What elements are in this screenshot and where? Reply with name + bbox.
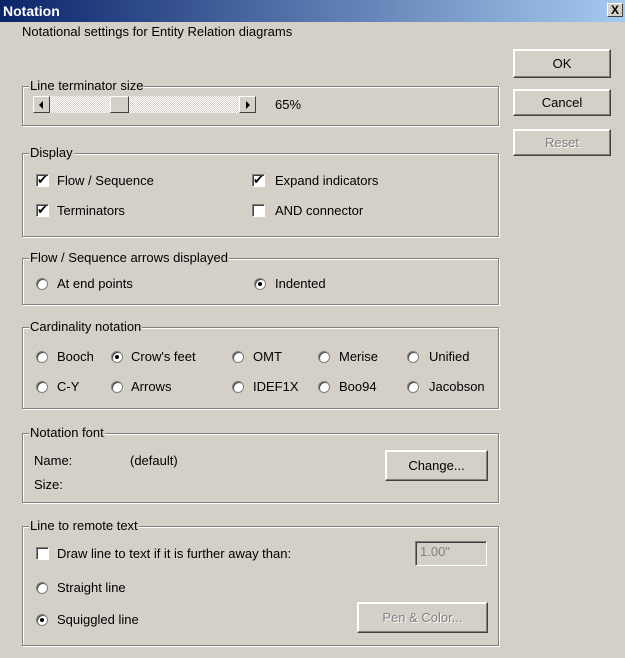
- terminators-checkbox[interactable]: [36, 202, 49, 218]
- arrow-left-icon: [39, 101, 43, 109]
- remote-text-legend: Line to remote text: [29, 518, 139, 533]
- reset-button-label: Reset: [545, 135, 579, 150]
- at-end-points-label: At end points: [57, 276, 133, 291]
- and-connector-checkbox[interactable]: [252, 204, 265, 217]
- ok-button[interactable]: OK: [513, 49, 611, 78]
- crows-feet-radio[interactable]: [111, 351, 123, 363]
- boo94-radio[interactable]: [318, 381, 330, 393]
- indented-label: Indented: [275, 276, 326, 291]
- draw-line-label: Draw line to text if it is further away …: [57, 546, 292, 561]
- arrows-radio[interactable]: [111, 381, 123, 393]
- font-size-label: Size:: [34, 477, 63, 492]
- c-y-radio[interactable]: [36, 381, 48, 393]
- terminators-label: Terminators: [57, 203, 125, 218]
- indented-radio[interactable]: [254, 278, 266, 290]
- unified-label: Unified: [429, 349, 470, 364]
- terminator-size-value: 65%: [275, 97, 302, 112]
- idef1x-radio[interactable]: [232, 381, 244, 393]
- cardinality-legend: Cardinality notation: [29, 319, 143, 334]
- cancel-button[interactable]: Cancel: [513, 89, 611, 116]
- merise-radio[interactable]: [318, 351, 330, 363]
- arrows-label: Arrows: [131, 379, 172, 394]
- squiggled-line-radio[interactable]: [36, 614, 48, 626]
- close-icon[interactable]: X: [607, 3, 623, 17]
- booch-label: Booch: [57, 349, 94, 364]
- scroll-right-button[interactable]: [239, 96, 256, 113]
- title-bar: Notation X: [0, 0, 625, 22]
- squiggled-line-label: Squiggled line: [57, 612, 139, 627]
- slider-thumb[interactable]: [109, 96, 129, 113]
- idef1x-label: IDEF1X: [253, 379, 299, 394]
- cardinality-group: Cardinality notation: [22, 319, 499, 409]
- display-group: Display: [22, 145, 499, 237]
- jacobson-label: Jacobson: [429, 379, 485, 394]
- expand-indicators-checkbox[interactable]: [252, 172, 265, 188]
- intro-text: Notational settings for Entity Relation …: [22, 24, 293, 39]
- unified-radio[interactable]: [407, 351, 419, 363]
- omt-label: OMT: [253, 349, 282, 364]
- arrow-right-icon: [246, 101, 250, 109]
- display-legend: Display: [29, 145, 74, 160]
- terminator-size-slider[interactable]: [33, 96, 256, 113]
- font-name-label: Name:: [34, 453, 73, 468]
- straight-line-label: Straight line: [57, 580, 126, 595]
- arrows-legend: Flow / Sequence arrows displayed: [29, 250, 229, 265]
- change-font-button[interactable]: Change...: [385, 450, 488, 481]
- c-y-label: C-Y: [57, 379, 80, 394]
- pen-color-button-label: Pen & Color...: [382, 610, 463, 625]
- flow-sequence-checkbox[interactable]: [36, 172, 49, 188]
- omt-radio[interactable]: [232, 351, 244, 363]
- cancel-button-label: Cancel: [541, 95, 583, 110]
- flow-sequence-label: Flow / Sequence: [57, 173, 154, 188]
- scroll-left-button[interactable]: [33, 96, 50, 113]
- change-font-button-label: Change...: [408, 458, 465, 473]
- ok-button-label: OK: [552, 56, 572, 71]
- boo94-label: Boo94: [339, 379, 377, 394]
- draw-line-checkbox[interactable]: [36, 547, 49, 560]
- merise-label: Merise: [339, 349, 379, 364]
- booch-radio[interactable]: [36, 351, 48, 363]
- straight-line-radio[interactable]: [36, 582, 48, 594]
- notation-font-legend: Notation font: [29, 425, 105, 440]
- window-title: Notation: [3, 3, 60, 19]
- font-name-value: (default): [130, 453, 178, 468]
- distance-input[interactable]: 1.00": [415, 541, 487, 566]
- expand-indicators-label: Expand indicators: [275, 173, 379, 188]
- reset-button[interactable]: Reset: [513, 129, 611, 156]
- crows-feet-label: Crow's feet: [131, 349, 196, 364]
- jacobson-radio[interactable]: [407, 381, 419, 393]
- and-connector-label: AND connector: [275, 203, 364, 218]
- line-terminator-legend: Line terminator size: [29, 78, 145, 93]
- at-end-points-radio[interactable]: [36, 278, 48, 290]
- pen-color-button[interactable]: Pen & Color...: [357, 602, 488, 633]
